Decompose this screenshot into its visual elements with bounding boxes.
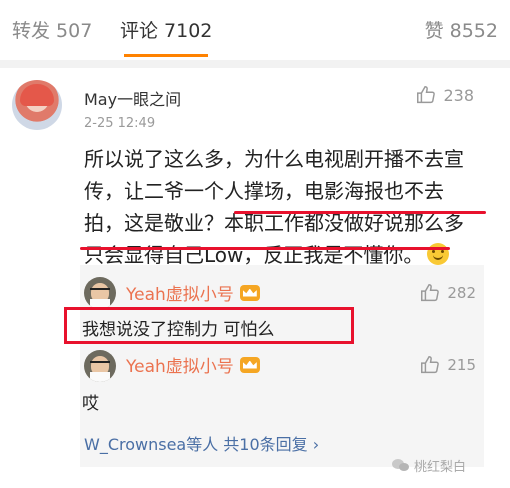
reply-username[interactable]: Yeah虚拟小号 (126, 352, 260, 377)
thumb-up-icon (421, 284, 440, 302)
comment-username[interactable]: May一眼之间 (84, 86, 181, 110)
highlight-underline (80, 247, 450, 250)
thumb-up-icon (417, 86, 436, 104)
section-divider (0, 60, 510, 68)
more-replies-link[interactable]: W_Crownsea等人 共10条回复 › (84, 431, 319, 455)
reply-username[interactable]: Yeah虚拟小号 (126, 280, 260, 305)
reply-username-text: Yeah虚拟小号 (126, 285, 234, 305)
reply-avatar[interactable] (84, 277, 116, 309)
highlight-box (64, 307, 354, 344)
avatar[interactable] (12, 80, 62, 130)
tab-repost[interactable]: 转发 507 (12, 16, 92, 43)
reply-like-button[interactable]: 215 (419, 354, 476, 376)
comment-line: 所以说了这么多，为什么电视剧开播不去宣 (84, 147, 464, 171)
crown-badge-icon (239, 284, 260, 301)
reply-like-count: 215 (447, 356, 476, 374)
tab-bar: 转发 507 评论 7102 赞 8552 (0, 0, 510, 60)
comment-line: 传，让二爷一个人撑场，电影海报也不去 (84, 179, 444, 203)
watermark-text: 桃红梨白 (414, 460, 467, 475)
reply-like-button[interactable]: 282 (419, 282, 476, 304)
comment-like-count: 238 (443, 85, 474, 105)
comment-timestamp: 2-25 12:49 (84, 116, 156, 131)
reply-username-text: Yeah虚拟小号 (126, 357, 234, 377)
reply-avatar[interactable] (84, 350, 116, 382)
tab-like[interactable]: 赞 8552 (425, 16, 498, 43)
tab-comment[interactable]: 评论 7102 (120, 16, 212, 43)
comment-body: 所以说了这么多，为什么电视剧开播不去宣 传，让二爷一个人撑场，电影海报也不去 拍… (84, 143, 494, 271)
highlight-underline (234, 211, 486, 214)
active-tab-indicator (124, 54, 208, 57)
wechat-icon (392, 458, 410, 473)
reply-like-count: 282 (447, 284, 476, 302)
watermark: 桃红梨白 (392, 456, 466, 475)
comment-like-button[interactable]: 238 (415, 84, 474, 106)
thumb-up-icon (421, 356, 440, 374)
crown-badge-icon (239, 356, 260, 373)
reply-text: 哎 (82, 394, 99, 414)
